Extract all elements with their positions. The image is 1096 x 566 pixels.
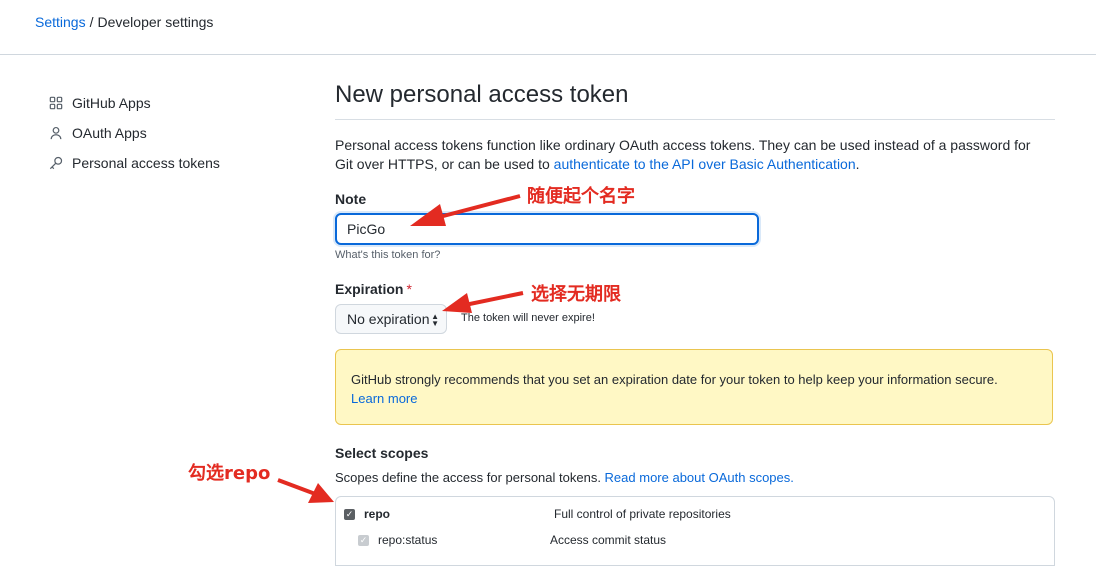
breadcrumb: Settings / Developer settings: [35, 14, 213, 30]
learn-more-link[interactable]: Learn more: [351, 391, 417, 406]
select-arrows-icon: ▲ ▼: [431, 312, 439, 328]
expiration-label-text: Expiration: [335, 281, 404, 297]
scopes-label: Select scopes: [335, 445, 429, 461]
sidebar-item-personal-access-tokens[interactable]: Personal access tokens: [48, 148, 288, 178]
key-icon: [48, 155, 64, 171]
scope-row-repo-status: ✓ repo:status Access commit status: [336, 528, 1056, 552]
scope-description: Full control of private repositories: [554, 507, 731, 521]
arrow-to-repo: [277, 478, 319, 497]
expiration-note: The token will never expire!: [461, 312, 595, 324]
expiration-selected-value: No expiration: [347, 311, 430, 327]
description-end: .: [855, 156, 860, 172]
sidebar-item-label: GitHub Apps: [72, 95, 151, 111]
sidebar-item-label: OAuth Apps: [72, 125, 147, 141]
page-title: New personal access token: [335, 81, 629, 108]
expiration-warning-flash: GitHub strongly recommends that you set …: [335, 349, 1053, 425]
page-description: Personal access tokens function like ord…: [335, 136, 1035, 174]
breadcrumb-settings-link[interactable]: Settings: [35, 14, 86, 30]
oauth-scopes-link[interactable]: Read more about OAuth scopes.: [605, 470, 794, 485]
scopes-description: Scopes define the access for personal to…: [335, 470, 794, 485]
sidebar-item-label: Personal access tokens: [72, 155, 220, 171]
sidebar-item-oauth-apps[interactable]: OAuth Apps: [48, 118, 288, 148]
arrow-to-repo-head: [308, 483, 334, 503]
header-divider: [0, 54, 1096, 55]
flash-message: GitHub strongly recommends that you set …: [351, 372, 998, 387]
required-mark: *: [406, 281, 412, 297]
note-label: Note: [335, 191, 367, 207]
scopes-desc-text: Scopes define the access for personal to…: [335, 470, 605, 485]
scope-name: repo:status: [378, 533, 438, 547]
scope-description: Access commit status: [550, 533, 667, 547]
repo-checkbox[interactable]: ✓: [344, 508, 355, 520]
scope-row-repo: ✓ repo Full control of private repositor…: [336, 502, 1056, 526]
annotation-note: 随便起个名字: [527, 186, 635, 207]
repo-status-checkbox[interactable]: ✓: [358, 534, 369, 546]
annotation-expiration: 选择无期限: [531, 284, 621, 305]
title-divider: [335, 119, 1055, 120]
main-content: New personal access token Personal acces…: [335, 80, 1055, 566]
annotation-repo: 勾选repo: [188, 463, 271, 484]
breadcrumb-current: Developer settings: [97, 14, 214, 30]
sidebar-item-github-apps[interactable]: GitHub Apps: [48, 88, 288, 118]
basic-auth-link[interactable]: authenticate to the API over Basic Authe…: [554, 156, 856, 172]
note-hint: What's this token for?: [335, 249, 441, 261]
person-icon: [48, 125, 64, 141]
expiration-select[interactable]: No expiration ▲ ▼: [335, 304, 447, 334]
apps-icon: [48, 95, 64, 111]
expiration-label: Expiration *: [335, 281, 412, 297]
note-input[interactable]: [335, 213, 759, 245]
breadcrumb-separator: /: [89, 14, 94, 30]
arrow-to-expiration: [459, 291, 524, 308]
scope-name: repo: [364, 507, 391, 521]
sidebar-nav: GitHub Apps OAuth Apps Personal access t…: [48, 88, 288, 178]
